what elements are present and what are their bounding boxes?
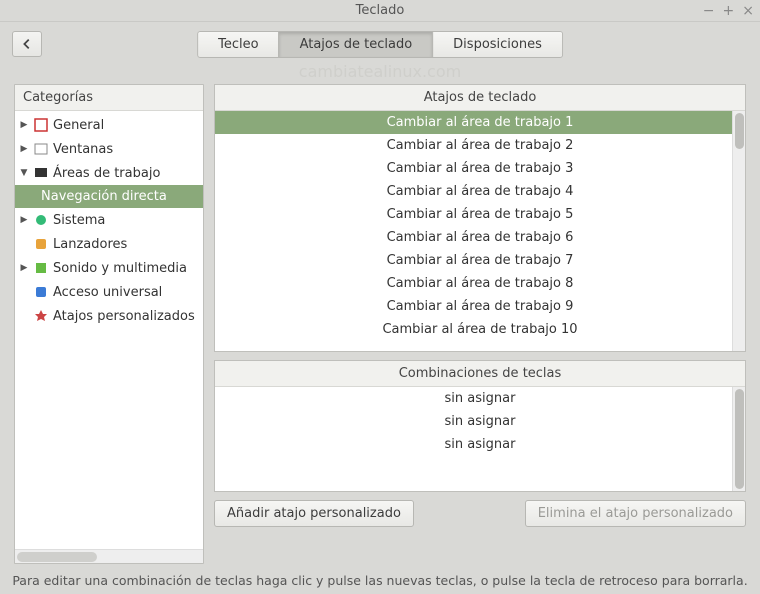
shortcut-row[interactable]: Cambiar al área de trabajo 4 <box>215 180 745 203</box>
expander-spacer <box>19 239 29 249</box>
window-title: Teclado <box>356 3 405 18</box>
chevron-down-icon: ▼ <box>19 168 29 178</box>
sidebar-item-label: General <box>53 118 104 133</box>
sidebar-item-label: Sonido y multimedia <box>53 261 187 276</box>
chevron-right-icon: ▶ <box>19 120 29 130</box>
button-row: Añadir atajo personalizado Elimina el at… <box>214 500 746 527</box>
general-icon <box>33 117 49 133</box>
sidebar-item-label: Áreas de trabajo <box>53 166 160 181</box>
minimize-icon[interactable]: − <box>703 3 715 19</box>
sidebar-item-label: Acceso universal <box>53 285 162 300</box>
shortcuts-header: Atajos de teclado <box>215 85 745 111</box>
back-button[interactable] <box>12 31 42 57</box>
sidebar-item-access[interactable]: Acceso universal <box>15 280 203 304</box>
launchers-icon <box>33 236 49 252</box>
scrollbar-thumb[interactable] <box>17 552 97 562</box>
chevron-right-icon: ▶ <box>19 144 29 154</box>
window-controls: − + × <box>703 0 754 22</box>
sidebar: Categorías ▶ General ▶ Ventanas ▼ Áreas … <box>14 84 204 564</box>
sidebar-item-sound[interactable]: ▶ Sonido y multimedia <box>15 256 203 280</box>
sidebar-item-direct-nav[interactable]: Navegación directa <box>15 185 203 208</box>
sidebar-item-label: Navegación directa <box>41 189 167 204</box>
tab-typing[interactable]: Tecleo <box>197 31 279 58</box>
chevron-right-icon: ▶ <box>19 215 29 225</box>
toolbar: Tecleo Atajos de teclado Disposiciones <box>0 22 760 66</box>
expander-spacer <box>19 311 29 321</box>
shortcut-row[interactable]: Cambiar al área de trabajo 6 <box>215 226 745 249</box>
access-icon <box>33 284 49 300</box>
tab-layouts[interactable]: Disposiciones <box>432 31 563 58</box>
shortcut-row[interactable]: Cambiar al área de trabajo 5 <box>215 203 745 226</box>
custom-icon <box>33 308 49 324</box>
system-icon <box>33 212 49 228</box>
sidebar-item-general[interactable]: ▶ General <box>15 113 203 137</box>
add-custom-shortcut-button[interactable]: Añadir atajo personalizado <box>214 500 414 527</box>
shortcut-row[interactable]: Cambiar al área de trabajo 8 <box>215 272 745 295</box>
scrollbar-thumb[interactable] <box>735 389 744 489</box>
sidebar-item-system[interactable]: ▶ Sistema <box>15 208 203 232</box>
shortcuts-panel: Atajos de teclado Cambiar al área de tra… <box>214 84 746 352</box>
shortcuts-vertical-scrollbar[interactable] <box>732 111 745 351</box>
titlebar: Teclado − + × <box>0 0 760 22</box>
combos-list: sin asignar sin asignar sin asignar <box>215 387 745 491</box>
shortcut-row[interactable]: Cambiar al área de trabajo 1 <box>215 111 745 134</box>
content: Categorías ▶ General ▶ Ventanas ▼ Áreas … <box>14 84 746 564</box>
hint-text: Para editar una combinación de teclas ha… <box>0 573 760 588</box>
category-tree: ▶ General ▶ Ventanas ▼ Áreas de trabajo … <box>15 111 203 549</box>
maximize-icon[interactable]: + <box>723 3 735 19</box>
sidebar-item-label: Lanzadores <box>53 237 127 252</box>
shortcut-row[interactable]: Cambiar al área de trabajo 2 <box>215 134 745 157</box>
combos-header: Combinaciones de teclas <box>215 361 745 387</box>
combos-vertical-scrollbar[interactable] <box>732 387 745 491</box>
sidebar-item-workspaces[interactable]: ▼ Áreas de trabajo <box>15 161 203 185</box>
right-column: Atajos de teclado Cambiar al área de tra… <box>214 84 746 564</box>
windows-icon <box>33 141 49 157</box>
tab-shortcuts[interactable]: Atajos de teclado <box>279 31 434 58</box>
shortcut-row[interactable]: Cambiar al área de trabajo 10 <box>215 318 745 341</box>
shortcut-row[interactable]: Cambiar al área de trabajo 9 <box>215 295 745 318</box>
sidebar-item-label: Sistema <box>53 213 105 228</box>
sidebar-header: Categorías <box>15 85 203 111</box>
sidebar-horizontal-scrollbar[interactable] <box>15 549 203 563</box>
tab-bar: Tecleo Atajos de teclado Disposiciones <box>197 31 563 58</box>
expander-spacer <box>19 287 29 297</box>
sidebar-item-windows[interactable]: ▶ Ventanas <box>15 137 203 161</box>
back-arrow-icon <box>20 37 34 51</box>
combo-row[interactable]: sin asignar <box>215 433 745 456</box>
combos-panel: Combinaciones de teclas sin asignar sin … <box>214 360 746 492</box>
chevron-right-icon: ▶ <box>19 263 29 273</box>
close-icon[interactable]: × <box>742 3 754 19</box>
workspace-icon <box>33 165 49 181</box>
combo-row[interactable]: sin asignar <box>215 410 745 433</box>
sidebar-item-custom[interactable]: Atajos personalizados <box>15 304 203 328</box>
shortcut-row[interactable]: Cambiar al área de trabajo 3 <box>215 157 745 180</box>
sound-icon <box>33 260 49 276</box>
sidebar-item-launchers[interactable]: Lanzadores <box>15 232 203 256</box>
shortcuts-list: Cambiar al área de trabajo 1 Cambiar al … <box>215 111 745 351</box>
combo-row[interactable]: sin asignar <box>215 387 745 410</box>
scrollbar-thumb[interactable] <box>735 113 744 149</box>
remove-custom-shortcut-button: Elimina el atajo personalizado <box>525 500 746 527</box>
sidebar-item-label: Ventanas <box>53 142 113 157</box>
shortcut-row[interactable]: Cambiar al área de trabajo 7 <box>215 249 745 272</box>
sidebar-item-label: Atajos personalizados <box>53 309 195 324</box>
